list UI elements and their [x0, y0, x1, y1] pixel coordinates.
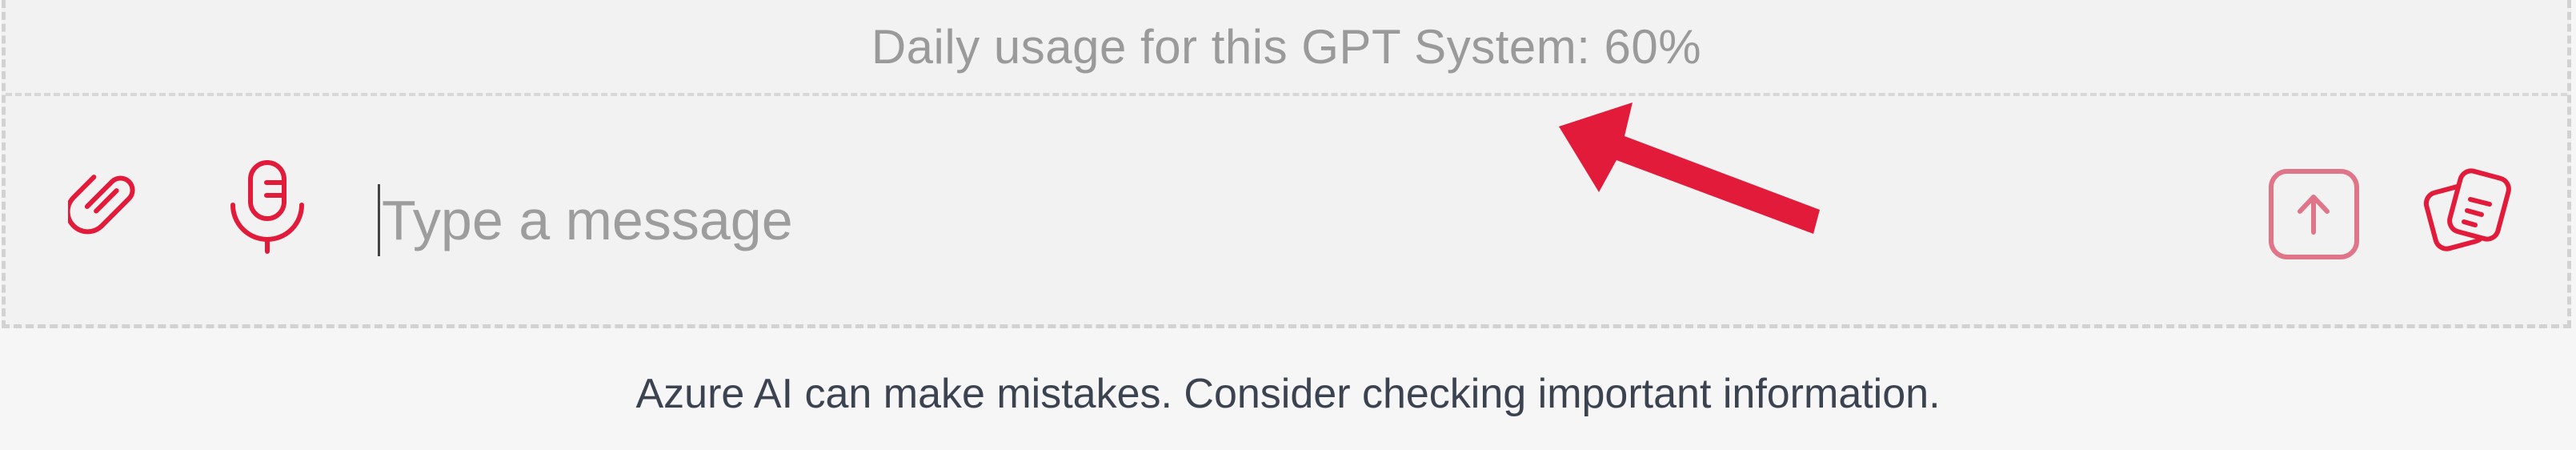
attach-button[interactable]	[68, 163, 148, 243]
usage-text: Daily usage for this GPT System: 60%	[871, 19, 1702, 74]
microphone-icon	[230, 160, 304, 254]
usage-bar: Daily usage for this GPT System: 60%	[6, 0, 2567, 96]
input-row	[6, 96, 2567, 324]
paperclip-icon	[68, 175, 135, 235]
send-button[interactable]	[2268, 168, 2360, 260]
disclaimer-text: Azure AI can make mistakes. Consider che…	[635, 371, 1941, 417]
prompt-cards-icon	[2423, 168, 2511, 251]
microphone-button[interactable]	[223, 159, 311, 255]
arrow-up-icon	[2269, 169, 2359, 259]
message-input[interactable]	[378, 184, 2218, 256]
chat-composer-page: Daily usage for this GPT System: 60% Typ…	[0, 0, 2576, 450]
annotation-arrow	[1559, 102, 1820, 234]
prompt-library-button[interactable]	[2422, 164, 2518, 264]
composer-panel: Daily usage for this GPT System: 60%	[2, 0, 2571, 328]
